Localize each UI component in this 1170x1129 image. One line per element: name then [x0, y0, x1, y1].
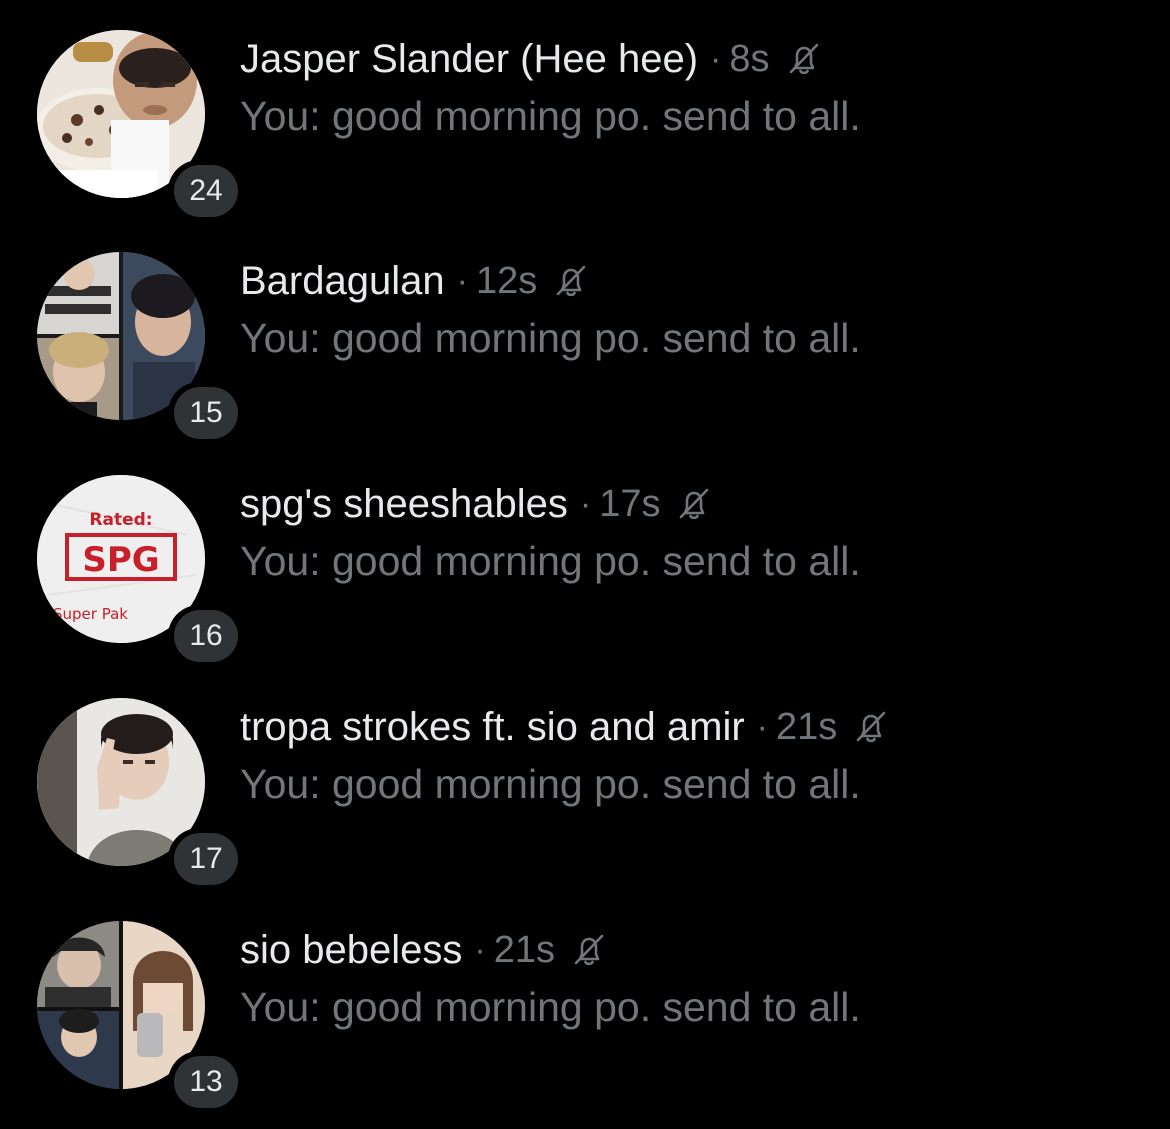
conversation-name: sio bebeless	[240, 928, 463, 972]
conversation-item[interactable]: 13 sio bebeless · 21s You: good morning …	[0, 891, 1170, 1113]
bell-off-icon	[674, 484, 714, 524]
logo-rated-text: Rated:	[89, 510, 152, 530]
member-count-badge: 17	[168, 828, 244, 890]
separator-dot: ·	[579, 485, 592, 523]
separator-dot: ·	[456, 262, 468, 300]
last-message-preview: You: good morning po. send to all.	[240, 538, 861, 584]
conversation-name: spg's sheeshables	[240, 482, 568, 526]
logo-spg-text: SPG	[82, 540, 159, 580]
conversation-header: tropa strokes ft. sio and amir · 21s	[240, 702, 891, 752]
group-avatar[interactable]: 13	[37, 921, 244, 1113]
separator-dot: ·	[756, 708, 768, 746]
timestamp: 17s	[599, 483, 661, 525]
conversation-item[interactable]: 15 Bardagulan · 12s You: good morning po…	[0, 222, 1170, 444]
timestamp: 21s	[493, 929, 555, 971]
last-message-preview: You: good morning po. send to all.	[240, 315, 861, 361]
separator-dot: ·	[474, 931, 486, 969]
bell-off-icon	[551, 261, 591, 301]
bell-off-icon	[784, 39, 824, 79]
timestamp: 21s	[775, 706, 838, 748]
conversation-item[interactable]: Rated: SPG Super Pak 16 spg's sheeshable…	[0, 445, 1170, 667]
conversation-name: Jasper Slander (Hee hee)	[240, 37, 699, 81]
conversation-item[interactable]: 17 tropa strokes ft. sio and amir · 21s …	[0, 668, 1170, 890]
conversation-name: Bardagulan	[240, 259, 445, 303]
last-message-preview: You: good morning po. send to all.	[240, 984, 861, 1030]
bell-off-icon	[851, 707, 891, 747]
member-count-badge: 16	[168, 605, 244, 667]
group-avatar[interactable]: Rated: SPG Super Pak 16	[37, 475, 244, 667]
conversation-header: Bardagulan · 12s	[240, 256, 591, 306]
conversation-name: tropa strokes ft. sio and amir	[240, 705, 745, 749]
conversation-header: spg's sheeshables · 17s	[240, 479, 714, 529]
timestamp: 8s	[729, 38, 770, 80]
bell-off-icon	[569, 930, 609, 970]
conversation-list: 24 Jasper Slander (Hee hee) · 8s You: go…	[0, 0, 1170, 1129]
last-message-preview: You: good morning po. send to all.	[240, 93, 861, 139]
timestamp: 12s	[475, 260, 538, 302]
last-message-preview: You: good morning po. send to all.	[240, 761, 861, 807]
group-avatar[interactable]: 15	[37, 252, 244, 444]
conversation-header: sio bebeless · 21s	[240, 925, 609, 975]
logo-sub-text: Super Pak	[53, 605, 128, 623]
group-avatar[interactable]: 17	[37, 698, 244, 890]
member-count-badge: 13	[168, 1051, 244, 1113]
member-count-badge: 15	[168, 382, 244, 444]
group-avatar[interactable]: 24	[37, 30, 244, 222]
separator-dot: ·	[710, 40, 722, 78]
conversation-item[interactable]: 24 Jasper Slander (Hee hee) · 8s You: go…	[0, 0, 1170, 222]
conversation-header: Jasper Slander (Hee hee) · 8s	[240, 34, 824, 84]
member-count-badge: 24	[168, 160, 244, 222]
